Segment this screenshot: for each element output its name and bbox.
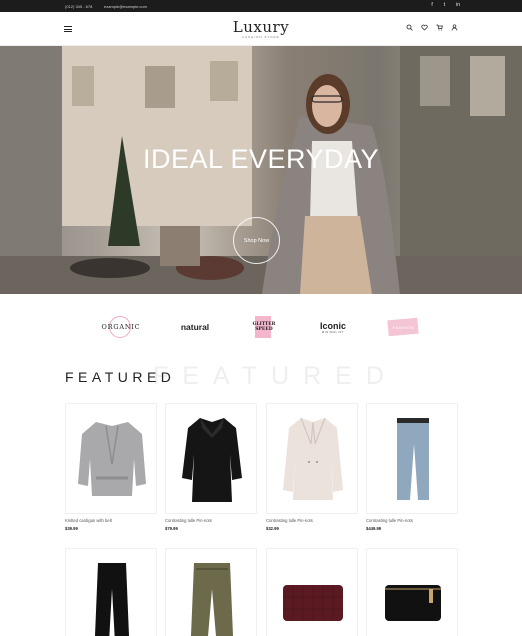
product-price: $79.99 [165,526,178,531]
product-card[interactable]: Contrasting tulle Pin-nots $79.99 [165,403,257,531]
product-image-jeans[interactable] [366,403,458,514]
facebook-icon[interactable]: f [431,2,432,8]
product-name[interactable]: Knitted cardigan with belt [65,518,157,523]
product-card[interactable]: Contrasting tulle Pin-nots $32.99 [266,403,358,531]
cart-icon[interactable] [436,24,443,31]
product-price: $449.99 [366,526,382,531]
brand-organic[interactable]: ORGANIC [96,310,146,344]
user-icon[interactable] [451,24,458,31]
shop-now-button[interactable]: Shop Now [233,217,280,264]
product-name[interactable]: Contrasting tulle Pin-nots [165,518,257,523]
brand-fashion[interactable]: FASHION [387,310,420,344]
top-bar: (012) 345 - 678 example@example.com f t … [0,0,522,12]
product-price: $32.99 [266,526,279,531]
brand-iconic-sub: MINIMALIST [321,330,345,334]
phone-number: (012) 345 - 678 [65,4,93,9]
product-image-cream-coat[interactable] [266,403,358,514]
product-card[interactable]: Knitted cardigan with belt $39.99 [65,403,157,531]
brand-logos: ORGANIC natural GLITTER SPEED Iconic MIN… [0,310,522,346]
header-icons [406,24,458,31]
logo-subtext: FASHION STORE [242,35,280,39]
product-name[interactable]: Contrasting tulle Pin-nots [266,518,358,523]
featured-title: FEATURED [65,369,176,385]
email-address[interactable]: example@example.com [104,4,147,9]
product-image-cardigan[interactable] [65,403,157,514]
product-image-black-trousers[interactable] [65,548,157,636]
brand-fashion-label: FASHION [392,324,415,330]
product-card[interactable] [366,548,458,636]
brand-glitter-label: GLITTER SPEED [252,322,276,332]
product-name[interactable]: Contrasting tulle Pin-nots [366,518,458,523]
product-price: $39.99 [65,526,78,531]
product-image-black-wallet[interactable] [366,548,458,636]
brand-iconic-label: Iconic [319,320,346,331]
search-icon[interactable] [406,24,413,31]
product-image-black-coat[interactable] [165,403,257,514]
product-card[interactable] [266,548,358,636]
product-image-olive-trousers[interactable] [165,548,257,636]
product-image-burgundy-wallet[interactable] [266,548,358,636]
brand-glitter[interactable]: GLITTER SPEED [247,310,281,344]
featured-ghost-text: FEATURED [153,362,398,390]
product-card[interactable] [65,548,157,636]
product-card[interactable] [165,548,257,636]
brand-iconic[interactable]: Iconic MINIMALIST [314,310,352,344]
site-header: Luxury FASHION STORE [0,12,522,46]
heart-icon[interactable] [421,24,428,31]
brand-natural[interactable]: natural [172,310,218,344]
hero-title: IDEAL EVERYDAY [142,144,380,174]
twitter-icon[interactable]: t [444,2,445,8]
instagram-icon[interactable]: in [456,2,460,8]
hero-banner: IDEAL EVERYDAY Shop Now [0,46,522,294]
product-card[interactable]: Contrasting tulle Pin-nots $449.99 [366,403,458,531]
social-links: f t in [431,2,460,8]
brand-organic-label: ORGANIC [101,323,141,331]
brand-natural-label: natural [180,322,210,332]
